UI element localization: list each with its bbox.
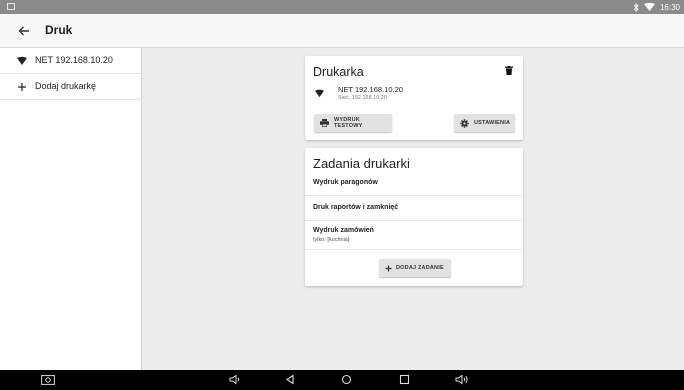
- task-item-receipts[interactable]: Wydruk paragonów: [305, 172, 523, 196]
- back-icon[interactable]: [285, 374, 295, 385]
- status-icons: 16:30: [633, 1, 680, 13]
- navigation-bar: [0, 370, 684, 390]
- sidebar: NET 192.168.10.20 Dodaj drukarkę: [0, 48, 142, 370]
- add-task-label: DODAJ ZADANIE: [396, 265, 444, 271]
- settings-button[interactable]: USTAWIENIA: [454, 114, 515, 132]
- volume-down-icon[interactable]: [229, 374, 241, 385]
- sidebar-item-label: Dodaj drukarkę: [35, 81, 97, 91]
- plus-icon: [18, 83, 26, 91]
- sidebar-item-add-printer[interactable]: Dodaj drukarkę: [0, 74, 141, 100]
- bluetooth-icon: [633, 2, 639, 12]
- printer-card-title: Drukarka: [313, 65, 364, 79]
- task-item-orders[interactable]: Wydruk zamówień tylko: [kuchnia]: [305, 221, 523, 250]
- tasks-card-title: Zadania drukarki: [313, 156, 410, 171]
- settings-label: USTAWIENIA: [474, 120, 511, 126]
- page-title: Druk: [45, 23, 73, 37]
- recents-icon[interactable]: [399, 374, 410, 385]
- task-title: Druk raportów i zamknięć: [313, 204, 399, 211]
- trash-icon[interactable]: [505, 66, 513, 75]
- wifi-icon: [315, 89, 324, 98]
- sidebar-item-printer[interactable]: NET 192.168.10.20: [0, 48, 141, 74]
- task-title: Wydruk zamówień: [313, 227, 374, 234]
- wifi-icon: [17, 56, 27, 65]
- printer-card: Drukarka NET 192.168.10.20 Sieć, 192.168…: [305, 56, 523, 140]
- notification-icon: [7, 3, 15, 10]
- sidebar-item-label: NET 192.168.10.20: [35, 55, 113, 65]
- test-print-button[interactable]: WYDRUK TESTOWY: [314, 114, 392, 132]
- printer-icon: [320, 119, 329, 127]
- app-bar: Druk: [0, 14, 684, 48]
- gear-icon: [460, 118, 469, 128]
- task-title: Wydruk paragonów: [313, 179, 378, 186]
- printer-name: NET 192.168.10.20: [338, 85, 403, 94]
- status-time: 16:30: [659, 2, 680, 12]
- printer-tasks-card: Zadania drukarki Wydruk paragonów Druk r…: [305, 148, 523, 286]
- add-task-button[interactable]: DODAJ ZADANIE: [379, 259, 451, 277]
- home-icon[interactable]: [341, 374, 352, 385]
- volume-up-icon[interactable]: [455, 374, 469, 385]
- printer-address: Sieć, 192.168.10.20: [338, 95, 387, 101]
- screenshot-icon[interactable]: [41, 374, 55, 385]
- status-bar: 16:30: [0, 0, 684, 14]
- plus-icon: [385, 265, 392, 271]
- task-item-reports[interactable]: Druk raportów i zamknięć: [305, 196, 523, 221]
- arrow-left-icon[interactable]: [17, 24, 31, 38]
- task-subtitle: tylko: [kuchnia]: [313, 237, 350, 243]
- test-print-label: WYDRUK TESTOWY: [334, 117, 363, 129]
- wifi-icon: [643, 3, 655, 11]
